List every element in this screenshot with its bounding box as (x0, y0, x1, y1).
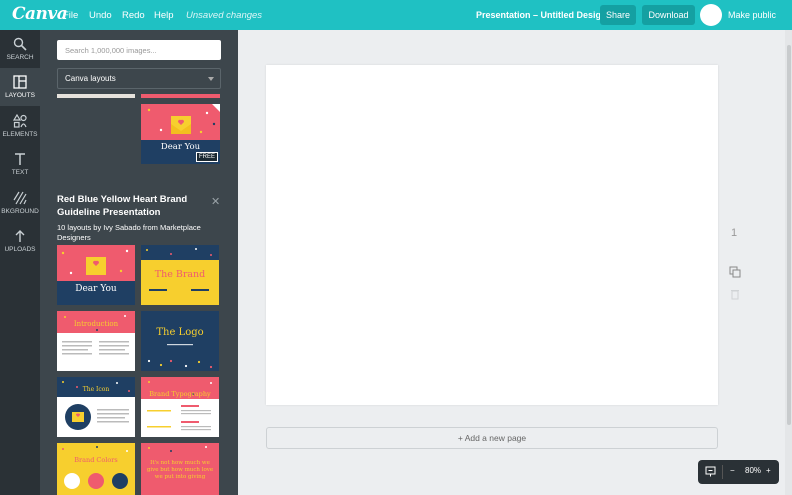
make-public-label: Make public (728, 10, 777, 20)
layout-thumbnail[interactable]: Brand Colors (57, 443, 135, 495)
zoom-out-button[interactable]: − (730, 466, 735, 475)
thumbnail-text: Brand Typography (149, 390, 211, 398)
document-title[interactable]: Presentation – Untitled Design (476, 10, 607, 20)
zoom-level[interactable]: 80% (745, 466, 761, 475)
thumbnail-text: The Logo (156, 327, 204, 338)
layout-thumbnail[interactable]: Introduction (57, 311, 135, 371)
upload-icon (15, 230, 25, 242)
layout-thumbnail[interactable]: The Logo (141, 311, 219, 371)
rail-background[interactable]: BKGROUND (0, 184, 40, 222)
toggle-knob[interactable] (700, 4, 722, 26)
featured-layout-thumbnail[interactable]: Dear You FREE (141, 104, 220, 164)
thumbnail-text: Dear You (75, 284, 117, 294)
menu-redo[interactable]: Redo (122, 10, 145, 21)
top-bar: Canva File Undo Redo Help Unsaved change… (0, 0, 792, 30)
download-button[interactable]: Download (642, 5, 695, 25)
layout-thumbnail[interactable]: Dear You (57, 245, 135, 305)
featured-thumbnail-text: Dear You (160, 142, 201, 152)
save-status: Unsaved changes (186, 10, 263, 21)
layout-filter-select[interactable]: Canva layouts (57, 68, 221, 89)
brand-colors-thumbnail (57, 443, 135, 495)
dear-you-thumbnail (57, 245, 135, 305)
brand-typography-thumbnail (141, 377, 219, 431)
rail-uploads-label: UPLOADS (4, 246, 36, 253)
rail-text[interactable]: TEXT (0, 145, 40, 183)
layout-thumbnail-partial[interactable] (57, 94, 135, 98)
layouts-panel: Search 1,000,000 images... Canva layouts… (40, 30, 238, 495)
rail-elements[interactable]: ELEMENTS (0, 107, 40, 145)
the-logo-thumbnail (141, 311, 219, 371)
rail-layouts[interactable]: LAYOUTS (0, 68, 40, 106)
page-number: 1 (731, 227, 738, 239)
rail-layouts-label: LAYOUTS (5, 92, 35, 99)
menu-file[interactable]: File (63, 10, 78, 21)
menu-help[interactable]: Help (154, 10, 174, 21)
zoom-divider (722, 465, 723, 479)
close-icon[interactable]: ✕ (211, 195, 220, 208)
duplicate-page-icon[interactable] (729, 266, 741, 278)
layout-thumbnail-partial[interactable] (141, 94, 220, 98)
rail-search-label: SEARCH (6, 54, 34, 61)
thumbnail-text: Introduction (73, 320, 119, 328)
rail-uploads[interactable]: UPLOADS (0, 222, 40, 260)
background-icon (13, 191, 27, 205)
thumbnail-text: The Icon (82, 386, 110, 393)
chevron-down-icon[interactable] (208, 77, 214, 81)
zoom-in-button[interactable]: + (766, 466, 771, 475)
rail-background-label: BKGROUND (1, 208, 39, 215)
layouts-icon (13, 75, 27, 89)
layout-thumbnail[interactable]: Brand Typography (141, 377, 219, 437)
rail-text-label: TEXT (11, 169, 29, 176)
thumbnail-text: The Brand (154, 269, 206, 280)
layout-thumbnail[interactable]: It's not how much we give but how much l… (141, 443, 219, 495)
delete-page-icon[interactable] (729, 288, 741, 300)
zoom-control: − 80% + (698, 460, 779, 484)
collection-subtitle: 10 layouts by Ivy Sabado from Marketplac… (57, 223, 201, 242)
rail-elements-label: ELEMENTS (2, 131, 38, 138)
share-button[interactable]: Share (600, 5, 636, 25)
add-page-button[interactable]: + Add a new page (266, 427, 718, 449)
menu-undo[interactable]: Undo (89, 10, 112, 21)
thumbnail-text: Brand Colors (74, 456, 118, 464)
image-search-input[interactable]: Search 1,000,000 images... (57, 40, 221, 60)
free-badge: FREE (195, 152, 218, 162)
rail-search[interactable]: SEARCH (0, 30, 40, 68)
collection-title: Red Blue Yellow Heart Brand Guideline Pr… (57, 194, 188, 218)
elements-icon (13, 114, 27, 128)
layout-thumbnail[interactable]: The Icon (57, 377, 135, 437)
thumbnail-text: It's not how much we give but how much l… (146, 460, 214, 480)
presentation-notes-icon[interactable] (705, 466, 716, 477)
search-icon (13, 37, 27, 51)
left-rail: SEARCH LAYOUTS ELEMENTS TEXT BKGROUND UP… (0, 30, 40, 495)
design-page[interactable] (266, 65, 718, 405)
canvas-scrollbar-thumb[interactable] (787, 45, 791, 425)
canva-logo[interactable]: Canva (12, 4, 68, 24)
text-icon (15, 153, 25, 165)
make-public-toggle[interactable]: Make public (700, 4, 784, 26)
layout-thumbnail[interactable]: The Brand (141, 245, 219, 305)
